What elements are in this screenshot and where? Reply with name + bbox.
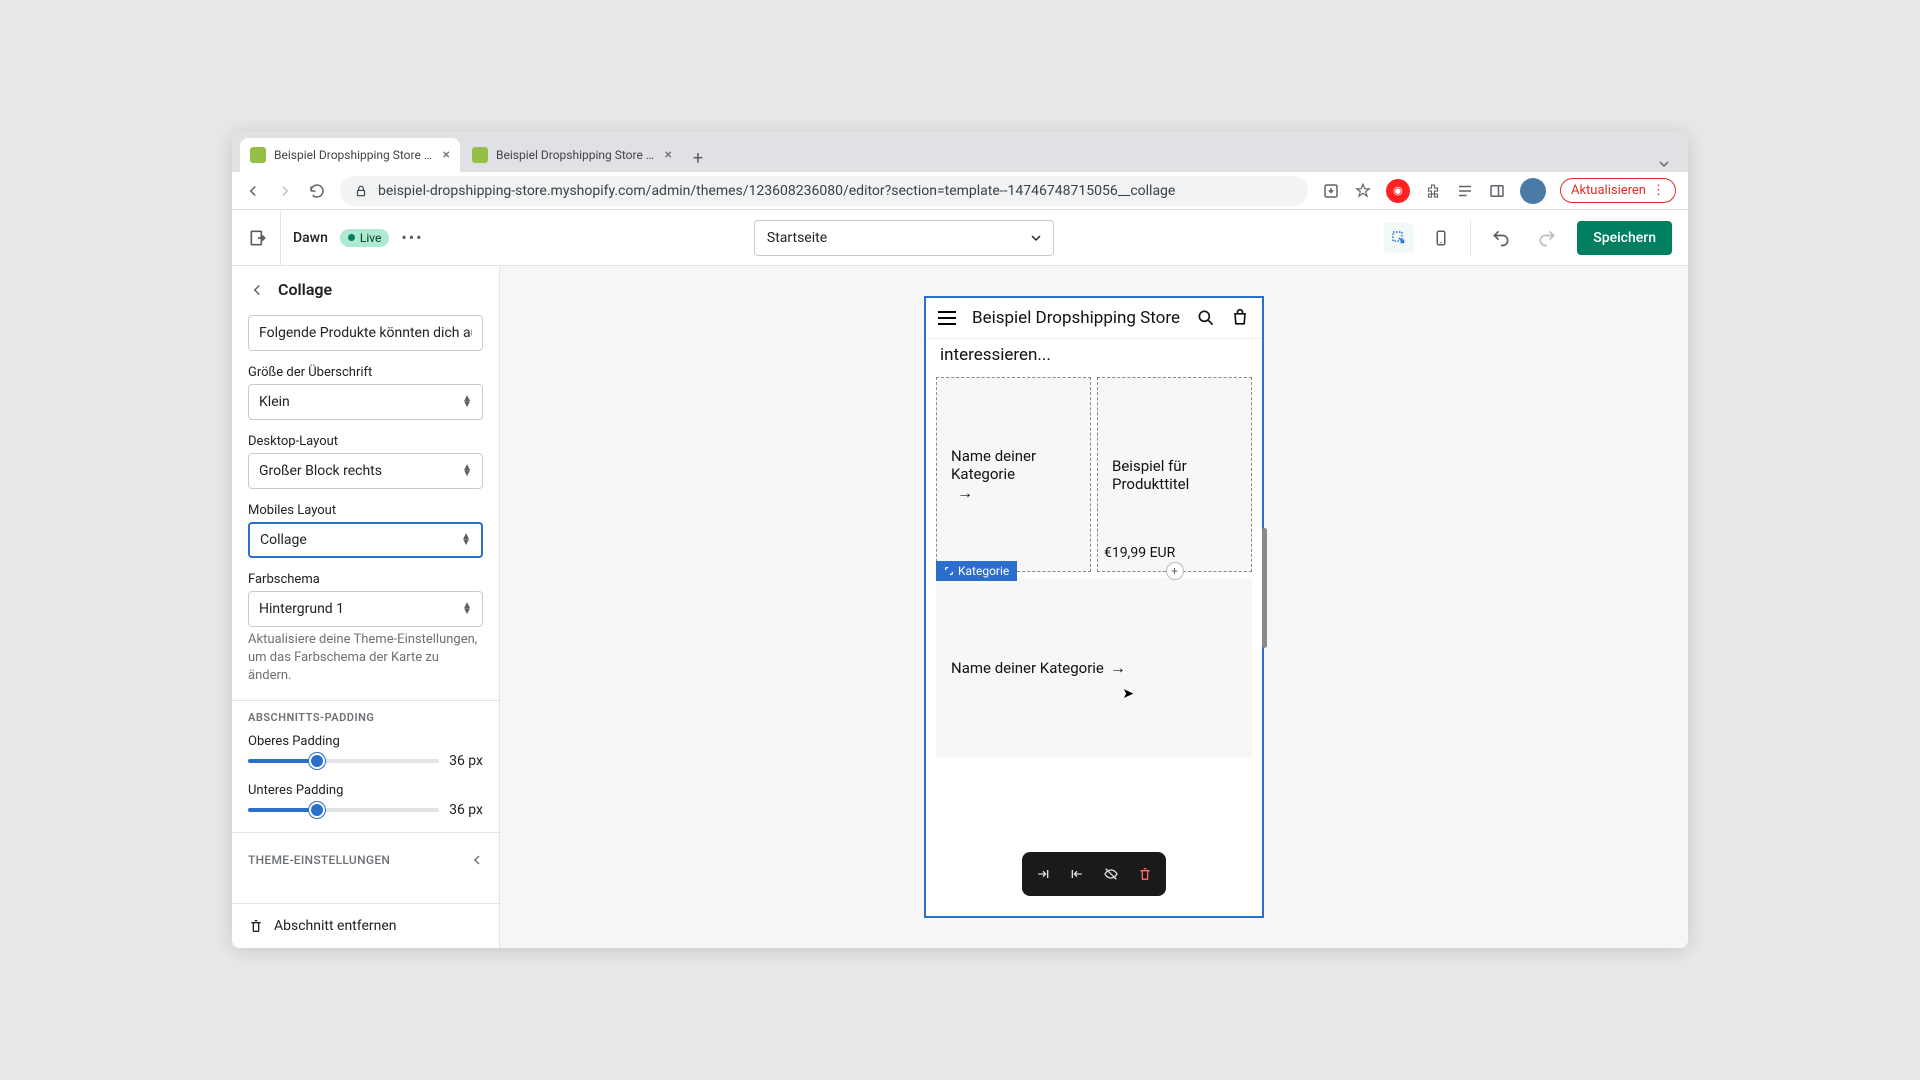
desktop-layout-label: Desktop-Layout bbox=[248, 434, 483, 449]
padding-section-label: ABSCHNITTS-PADDING bbox=[248, 711, 483, 724]
theme-settings-toggle[interactable]: THEME-EINSTELLUNGEN bbox=[248, 843, 483, 877]
trash-icon bbox=[248, 918, 264, 934]
chevron-down-icon[interactable] bbox=[1656, 156, 1672, 172]
extensions-icon[interactable] bbox=[1424, 182, 1442, 200]
product-title: Beispiel für Produkttitel bbox=[1112, 457, 1237, 493]
padding-top-slider[interactable] bbox=[248, 759, 439, 763]
chevron-down-icon bbox=[1031, 233, 1041, 243]
padding-top-label: Oberes Padding bbox=[248, 734, 483, 749]
reload-icon[interactable] bbox=[308, 182, 326, 200]
shopify-favicon bbox=[472, 147, 488, 163]
search-icon[interactable] bbox=[1196, 308, 1216, 328]
more-actions-icon[interactable]: ••• bbox=[401, 228, 423, 247]
update-label: Aktualisieren bbox=[1571, 183, 1646, 198]
mobile-preview[interactable]: Beispiel Dropshipping Store interessiere… bbox=[924, 296, 1264, 918]
block-action-bar bbox=[1022, 852, 1166, 896]
category-name: Name deiner Kategorie bbox=[951, 447, 1076, 483]
back-icon[interactable] bbox=[244, 182, 262, 200]
padding-bottom-slider[interactable] bbox=[248, 808, 439, 812]
close-tab-icon[interactable]: × bbox=[665, 147, 672, 163]
cart-icon[interactable] bbox=[1230, 308, 1250, 328]
storefront-header: Beispiel Dropshipping Store bbox=[926, 298, 1262, 339]
inspector-icon[interactable] bbox=[1384, 223, 1414, 253]
collage-section: Name deiner Kategorie→ Kategorie Beispie… bbox=[926, 371, 1262, 758]
save-button[interactable]: Speichern bbox=[1577, 221, 1672, 255]
tab-title: Beispiel Dropshipping Store · D bbox=[274, 148, 435, 162]
profile-avatar[interactable] bbox=[1520, 178, 1546, 204]
color-scheme-help: Aktualisiere deine Theme-Einstellungen, … bbox=[248, 631, 483, 686]
browser-tab[interactable]: Beispiel Dropshipping Store · E × bbox=[462, 138, 682, 172]
scrollbar[interactable] bbox=[1262, 528, 1267, 648]
collage-block-product[interactable]: Beispiel für Produkttitel €19,99 EUR + bbox=[1097, 377, 1252, 572]
browser-tab-strip: Beispiel Dropshipping Store · D × Beispi… bbox=[232, 132, 1688, 172]
mobile-layout-label: Mobiles Layout bbox=[248, 503, 483, 518]
padding-bottom-value: 36 px bbox=[449, 802, 483, 818]
close-tab-icon[interactable]: × bbox=[443, 147, 450, 163]
mobile-view-icon[interactable] bbox=[1426, 223, 1456, 253]
back-icon[interactable] bbox=[248, 281, 266, 299]
product-price: €19,99 EUR bbox=[1104, 545, 1175, 561]
redo-icon[interactable] bbox=[1531, 222, 1563, 254]
remove-section-button[interactable]: Abschnitt entfernen bbox=[232, 903, 499, 948]
star-icon[interactable] bbox=[1354, 182, 1372, 200]
category-name: Name deiner Kategorie bbox=[951, 659, 1104, 677]
heading-size-label: Größe der Überschrift bbox=[248, 365, 483, 380]
shopify-favicon bbox=[250, 147, 266, 163]
tab-title: Beispiel Dropshipping Store · E bbox=[496, 148, 657, 162]
move-down-icon[interactable] bbox=[1060, 860, 1094, 888]
hide-icon[interactable] bbox=[1094, 860, 1128, 888]
new-tab-button[interactable]: + bbox=[684, 144, 712, 172]
arrow-right-icon: → bbox=[957, 483, 1076, 503]
url-input[interactable]: beispiel-dropshipping-store.myshopify.co… bbox=[340, 176, 1308, 206]
add-block-handle[interactable]: + bbox=[1166, 562, 1184, 580]
select-chevron-icon: ▲▼ bbox=[462, 603, 472, 615]
preview-canvas: Beispiel Dropshipping Store interessiere… bbox=[500, 266, 1688, 948]
block-type-tag[interactable]: Kategorie bbox=[936, 561, 1017, 581]
chevron-left-icon bbox=[471, 854, 483, 866]
sidebar-title: Collage bbox=[278, 280, 332, 299]
heading-size-select[interactable]: Klein▲▼ bbox=[248, 384, 483, 420]
live-status-badge: Live bbox=[340, 229, 389, 247]
browser-tab-active[interactable]: Beispiel Dropshipping Store · D × bbox=[240, 138, 460, 172]
padding-bottom-label: Unteres Padding bbox=[248, 783, 483, 798]
collage-block-category-large[interactable]: Name deiner Kategorie → ➤ bbox=[936, 578, 1252, 758]
heading-input[interactable]: Folgende Produkte könnten dich auch bbox=[248, 315, 483, 351]
undo-icon[interactable] bbox=[1485, 222, 1517, 254]
url-text: beispiel-dropshipping-store.myshopify.co… bbox=[378, 183, 1175, 199]
install-icon[interactable] bbox=[1322, 182, 1340, 200]
color-scheme-label: Farbschema bbox=[248, 572, 483, 587]
color-scheme-select[interactable]: Hintergrund 1▲▼ bbox=[248, 591, 483, 627]
section-heading-partial: interessieren... bbox=[926, 339, 1262, 371]
select-chevron-icon: ▲▼ bbox=[462, 396, 472, 408]
store-name: Beispiel Dropshipping Store bbox=[972, 308, 1180, 328]
padding-top-value: 36 px bbox=[449, 753, 483, 769]
expand-icon bbox=[944, 566, 954, 576]
extension-badge[interactable]: ◉ bbox=[1386, 179, 1410, 203]
sidepanel-icon[interactable] bbox=[1488, 182, 1506, 200]
select-chevron-icon: ▲▼ bbox=[462, 465, 472, 477]
arrow-right-icon: → bbox=[1110, 658, 1126, 677]
move-up-icon[interactable] bbox=[1026, 860, 1060, 888]
editor-toolbar: Dawn Live ••• Startseite Speichern bbox=[232, 210, 1688, 266]
collage-block-category[interactable]: Name deiner Kategorie→ Kategorie bbox=[936, 377, 1091, 572]
delete-icon[interactable] bbox=[1128, 860, 1162, 888]
theme-name: Dawn bbox=[293, 230, 328, 246]
settings-sidebar: Collage Folgende Produkte könnten dich a… bbox=[232, 266, 500, 948]
cursor-icon: ➤ bbox=[1122, 686, 1134, 702]
mobile-layout-select[interactable]: Collage▲▼ bbox=[248, 522, 483, 558]
forward-icon[interactable] bbox=[276, 182, 294, 200]
lock-icon bbox=[354, 184, 368, 198]
page-selector-value: Startseite bbox=[767, 230, 827, 246]
menu-icon[interactable] bbox=[938, 311, 956, 325]
select-chevron-icon: ▲▼ bbox=[461, 534, 471, 546]
update-button[interactable]: Aktualisieren ⋮ bbox=[1560, 178, 1676, 203]
desktop-layout-select[interactable]: Großer Block rechts▲▼ bbox=[248, 453, 483, 489]
reading-list-icon[interactable] bbox=[1456, 182, 1474, 200]
browser-address-bar: beispiel-dropshipping-store.myshopify.co… bbox=[232, 172, 1688, 210]
page-selector[interactable]: Startseite bbox=[754, 220, 1054, 256]
exit-editor-icon[interactable] bbox=[248, 228, 268, 248]
